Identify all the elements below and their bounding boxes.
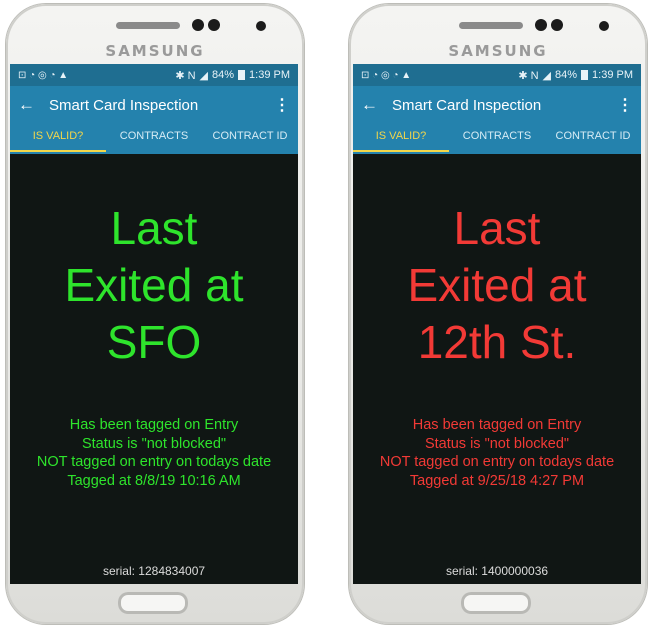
notification-icons: ⊡ ◔ ◎ ◔ ▲	[361, 69, 412, 81]
back-arrow-icon[interactable]: ←	[361, 95, 378, 115]
brand-logo: SAMSUNG	[105, 42, 205, 60]
brand-logo: SAMSUNG	[448, 42, 548, 60]
tab-contract-id[interactable]: CONTRACT ID	[202, 126, 298, 152]
bluetooth-nfc-icon: ✱ N	[175, 69, 196, 82]
app-title: Smart Card Inspection	[49, 96, 199, 114]
battery-percent: 84%	[212, 69, 235, 81]
screen: ⊡ ◔ ◎ ◔ ▲ ✱ N ◢ 84% 1:39 PM ← Smart Card…	[10, 64, 298, 584]
screen: ⊡ ◔ ◎ ◔ ▲ ✱ N ◢ 84% 1:39 PM ← Smart Card…	[353, 64, 641, 584]
sensor-icon	[535, 19, 547, 31]
result-line: SFO	[106, 316, 202, 369]
detail-line: NOT tagged on entry on todays date	[36, 454, 272, 471]
bluetooth-nfc-icon: ✱ N	[518, 69, 539, 82]
overflow-menu-icon[interactable]: ⋮	[274, 95, 290, 115]
battery-icon	[238, 70, 246, 80]
details-list: Has been tagged on Entry Status is "not …	[10, 416, 298, 490]
sensor-icon	[192, 19, 204, 31]
detail-line: Tagged at 9/25/18 4:27 PM	[409, 472, 585, 489]
home-button[interactable]	[118, 592, 188, 614]
detail-line: Tagged at 8/8/19 10:16 AM	[67, 472, 241, 489]
signal-icon: ◢	[199, 69, 208, 82]
detail-line: Has been tagged on Entry	[69, 417, 239, 433]
tab-contracts[interactable]: CONTRACTS	[106, 126, 202, 152]
overflow-menu-icon[interactable]: ⋮	[617, 95, 633, 115]
result-message: Last Exited at 12th St.	[353, 200, 641, 371]
serial-number: serial: 1284834007	[102, 564, 206, 578]
speaker-grille	[459, 22, 523, 29]
sensor-icon	[551, 19, 563, 31]
tab-bar: IS VALID? CONTRACTS CONTRACT ID	[353, 124, 641, 154]
detail-line: Status is "not blocked"	[81, 435, 227, 452]
details-list: Has been tagged on Entry Status is "not …	[353, 416, 641, 490]
battery-icon	[581, 70, 589, 80]
back-arrow-icon[interactable]: ←	[18, 95, 35, 115]
front-camera-icon	[256, 21, 266, 31]
home-button[interactable]	[461, 592, 531, 614]
battery-percent: 84%	[555, 69, 578, 81]
status-bar: ⊡ ◔ ◎ ◔ ▲ ✱ N ◢ 84% 1:39 PM	[353, 64, 641, 86]
front-camera-icon	[599, 21, 609, 31]
phone-left: SAMSUNG ⊡ ◔ ◎ ◔ ▲ ✱ N ◢ 84% 1:39 PM ← Sm…	[6, 4, 304, 624]
status-right: ✱ N ◢ 84% 1:39 PM	[518, 69, 633, 82]
app-bar: ← Smart Card Inspection ⋮	[353, 86, 641, 124]
clock: 1:39 PM	[249, 69, 290, 81]
result-line: Exited at	[64, 259, 244, 312]
tab-bar: IS VALID? CONTRACTS CONTRACT ID	[10, 124, 298, 154]
status-bar: ⊡ ◔ ◎ ◔ ▲ ✱ N ◢ 84% 1:39 PM	[10, 64, 298, 86]
tab-is-valid[interactable]: IS VALID?	[10, 126, 106, 152]
speaker-grille	[116, 22, 180, 29]
detail-line: Has been tagged on Entry	[412, 417, 582, 433]
tab-contract-id[interactable]: CONTRACT ID	[545, 126, 641, 152]
app-title: Smart Card Inspection	[392, 96, 542, 114]
result-line: Last	[453, 202, 541, 254]
serial-number: serial: 1400000036	[445, 564, 549, 578]
app-bar: ← Smart Card Inspection ⋮	[10, 86, 298, 124]
result-message: Last Exited at SFO	[10, 200, 298, 371]
clock: 1:39 PM	[592, 69, 633, 81]
sensor-icon	[208, 19, 220, 31]
tab-contracts[interactable]: CONTRACTS	[449, 126, 545, 152]
result-line: Exited at	[407, 259, 587, 312]
notification-icons: ⊡ ◔ ◎ ◔ ▲	[18, 69, 69, 81]
signal-icon: ◢	[542, 69, 551, 82]
detail-line: NOT tagged on entry on todays date	[379, 454, 615, 471]
detail-line: Status is "not blocked"	[424, 435, 570, 452]
phone-right: SAMSUNG ⊡ ◔ ◎ ◔ ▲ ✱ N ◢ 84% 1:39 PM ← Sm…	[349, 4, 647, 624]
result-line: 12th St.	[417, 316, 577, 369]
result-line: Last	[110, 202, 198, 254]
status-right: ✱ N ◢ 84% 1:39 PM	[175, 69, 290, 82]
tab-is-valid[interactable]: IS VALID?	[353, 126, 449, 152]
